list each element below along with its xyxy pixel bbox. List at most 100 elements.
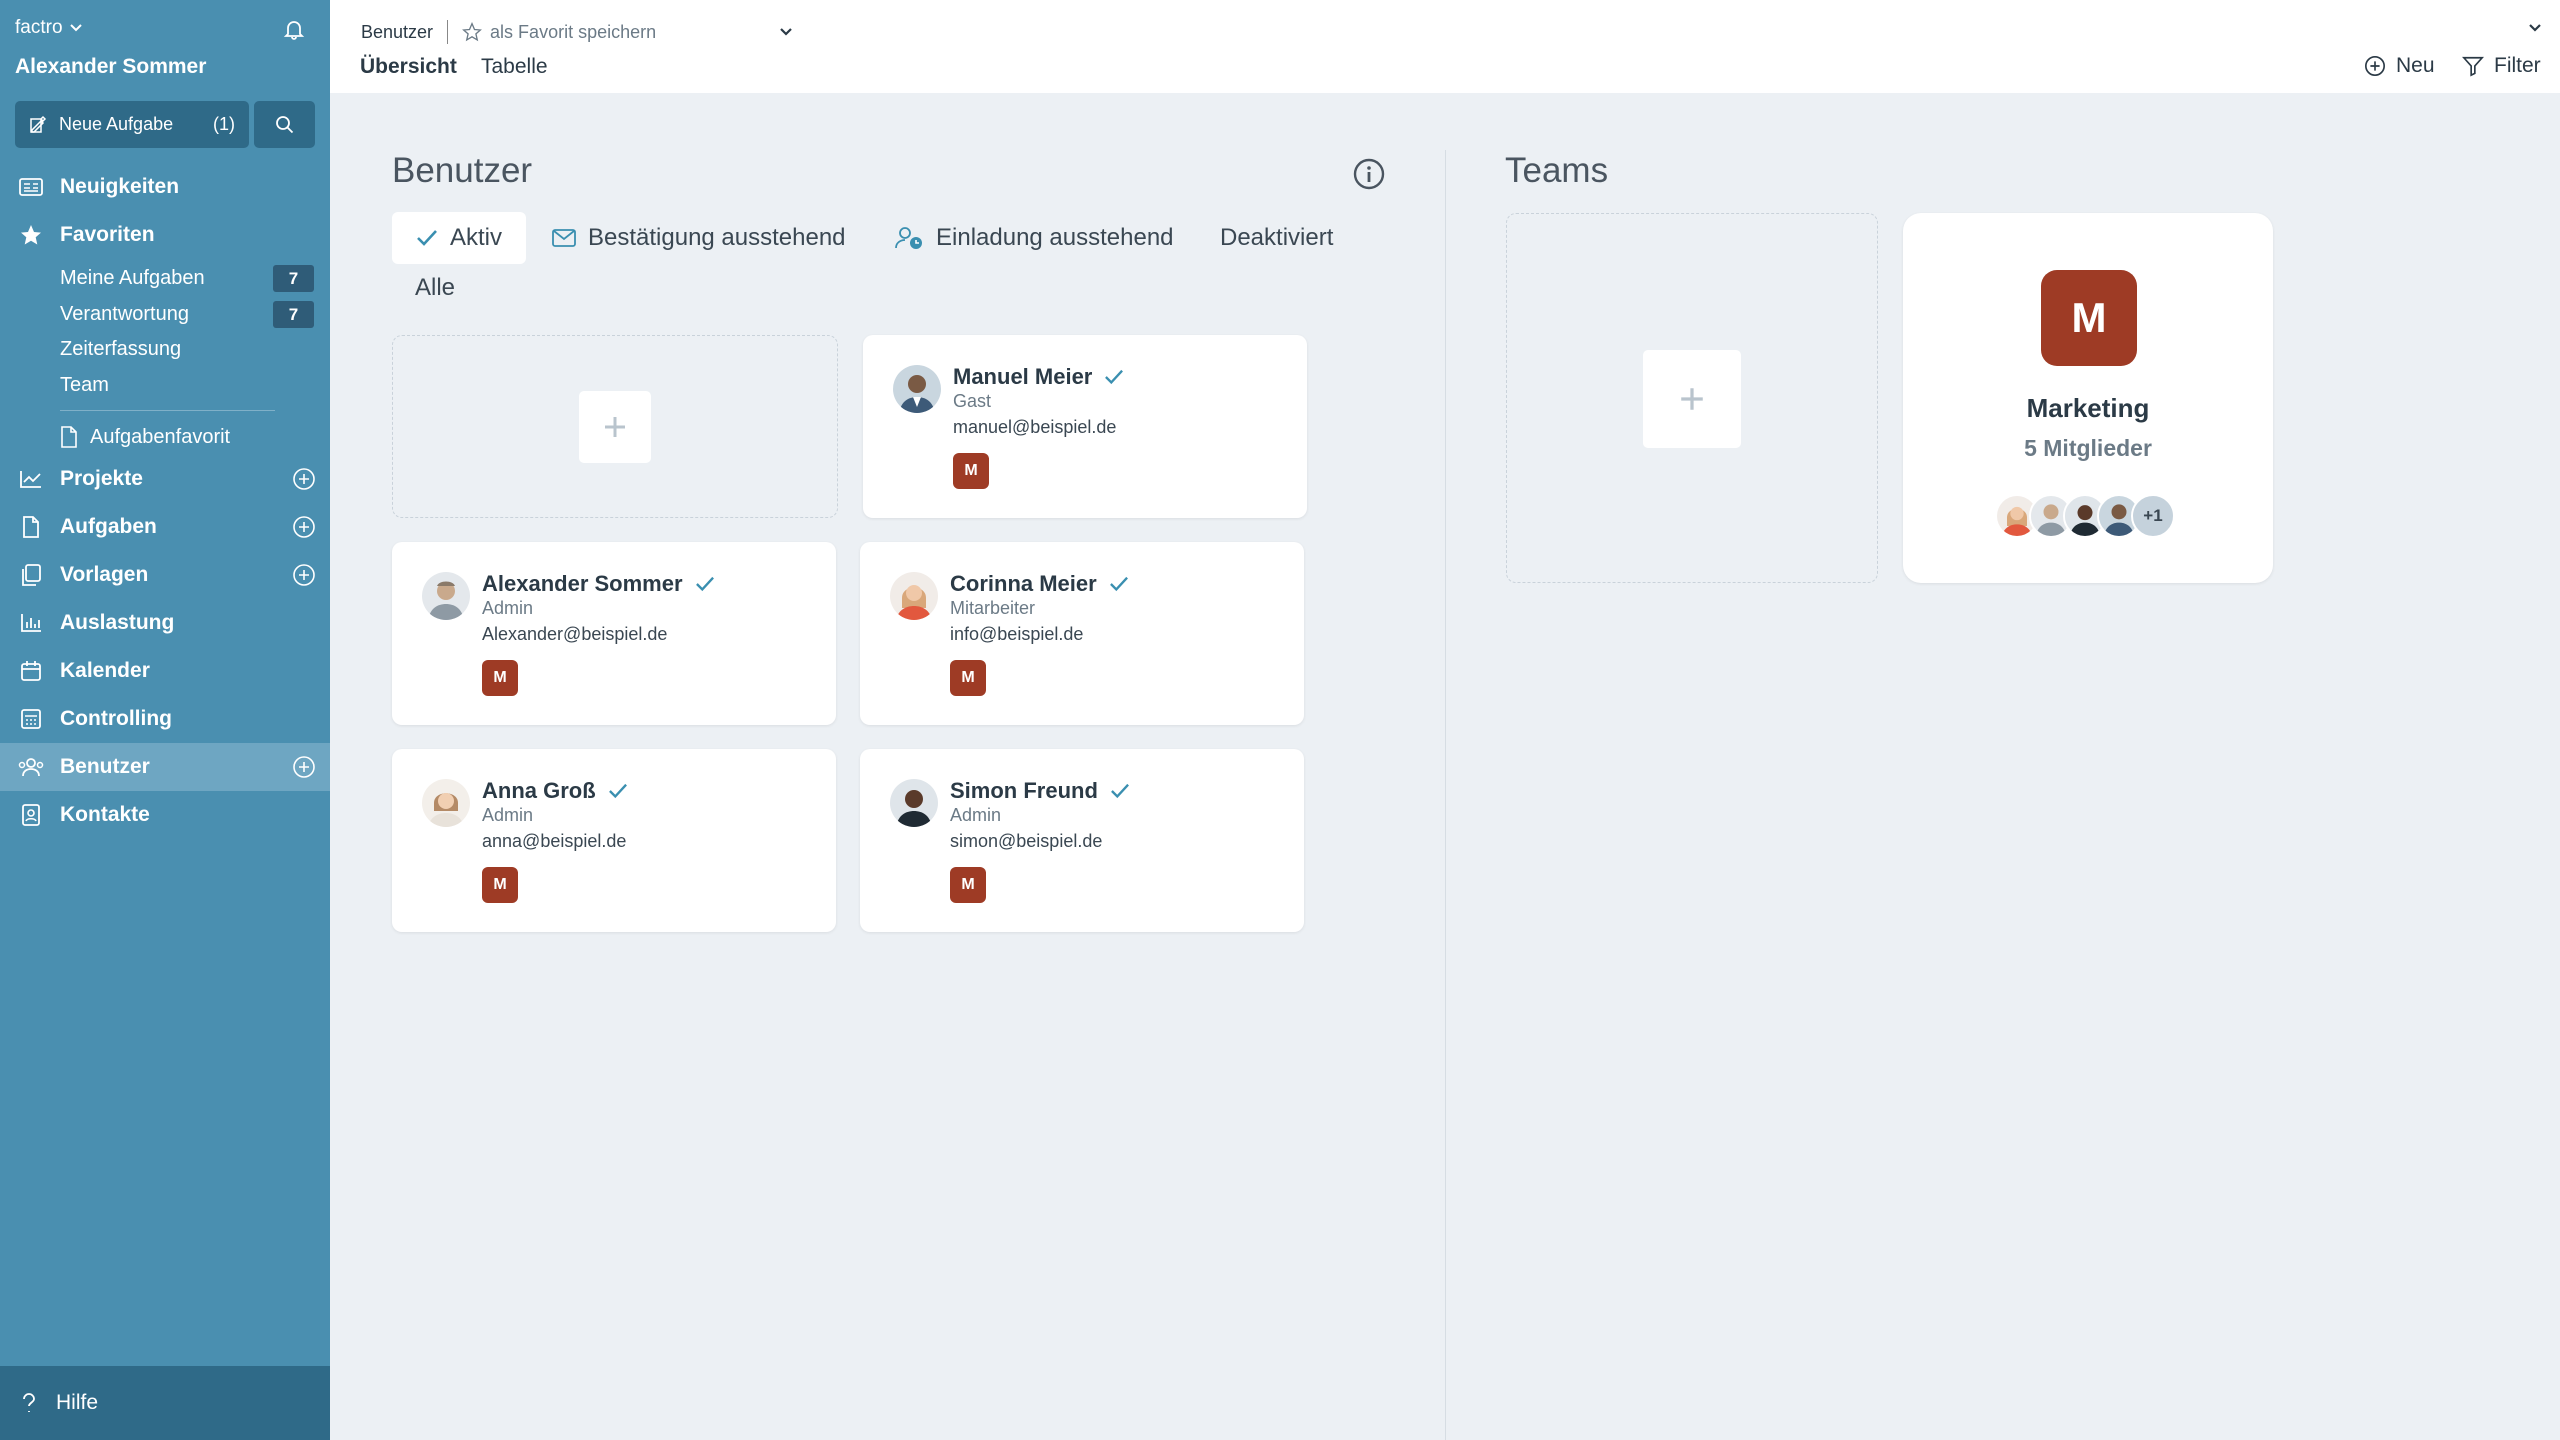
favorite-task-link[interactable]: Aufgabenfavorit <box>60 420 230 454</box>
nav-controlling-label: Controlling <box>60 707 172 730</box>
user-card[interactable]: Anna Groß Admin anna@beispiel.de M <box>392 749 836 932</box>
chevron-down-icon[interactable] <box>2527 20 2543 36</box>
member-avatar-stack[interactable]: +1 <box>1995 494 2175 538</box>
avatar <box>890 572 938 620</box>
plus-icon <box>1681 388 1703 410</box>
filter-tab-pending-confirmation[interactable]: Bestätigung ausstehend <box>528 212 870 264</box>
count-badge: 7 <box>273 265 314 292</box>
user-name-text: Alexander Sommer <box>482 571 683 596</box>
nav-news[interactable]: Neuigkeiten <box>0 163 330 211</box>
add-circle-icon[interactable] <box>292 515 316 539</box>
favorite-label: Team <box>60 373 109 396</box>
filter-tab-pending-invitation[interactable]: Einladung ausstehend <box>870 212 1198 264</box>
avatar <box>422 779 470 827</box>
user-card[interactable]: Manuel Meier Gast manuel@beispiel.de M <box>863 335 1307 518</box>
nav-users[interactable]: Benutzer <box>0 743 330 791</box>
breadcrumb-current: Benutzer <box>361 21 434 42</box>
nav-tasks-label: Aufgaben <box>60 515 157 538</box>
document-icon <box>61 426 77 448</box>
new-label: Neu <box>2396 54 2435 77</box>
favorite-time-tracking[interactable]: Zeiterfassung <box>60 332 315 366</box>
favorite-team[interactable]: Team <box>60 368 315 402</box>
more-members-badge: +1 <box>2131 494 2175 538</box>
nav-templates[interactable]: Vorlagen <box>0 551 330 599</box>
workspace-switcher[interactable]: factro <box>15 17 83 39</box>
nav-workload-label: Auslastung <box>60 611 175 634</box>
nav-calendar[interactable]: Kalender <box>0 647 330 695</box>
favorite-responsibility[interactable]: Verantwortung 7 <box>60 297 315 331</box>
add-team-card[interactable] <box>1506 213 1878 583</box>
user-name-text: Corinna Meier <box>950 571 1097 596</box>
star-outline-icon <box>462 22 482 42</box>
nav-controlling[interactable]: Controlling <box>0 695 330 743</box>
calculator-icon <box>18 706 44 732</box>
section-divider <box>1445 150 1446 1440</box>
help-button[interactable]: Hilfe <box>0 1366 330 1440</box>
nav-projects-label: Projekte <box>60 467 143 490</box>
add-user-card[interactable] <box>392 335 838 518</box>
help-label: Hilfe <box>56 1391 99 1414</box>
nav-workload[interactable]: Auslastung <box>0 599 330 647</box>
add-team-button[interactable] <box>1643 350 1741 448</box>
new-button[interactable]: Neu <box>2364 54 2435 78</box>
user-email: Alexander@beispiel.de <box>482 624 668 644</box>
favorite-my-tasks[interactable]: Meine Aufgaben 7 <box>60 261 315 295</box>
filter-tab-all[interactable]: Alle <box>415 274 455 302</box>
nav-contacts-label: Kontakte <box>60 803 150 826</box>
user-name: Corinna Meier <box>950 571 1129 597</box>
current-user-name: Alexander Sommer <box>15 55 207 78</box>
document-icon <box>18 514 44 540</box>
user-email: anna@beispiel.de <box>482 831 627 851</box>
check-icon <box>1109 576 1128 592</box>
user-card[interactable]: Alexander Sommer Admin Alexander@beispie… <box>392 542 836 725</box>
filter-tab-label: Einladung ausstehend <box>936 224 1174 251</box>
user-name-text: Simon Freund <box>950 778 1098 803</box>
filter-button[interactable]: Filter <box>2462 54 2541 78</box>
team-card[interactable]: M Marketing 5 Mitglieder +1 <box>1903 213 2273 583</box>
users-icon <box>18 754 44 780</box>
team-badge[interactable]: M <box>950 660 986 696</box>
nav-favorites-label: Favoriten <box>60 223 155 246</box>
team-badge[interactable]: M <box>482 867 518 903</box>
users-section-title: Benutzer <box>392 151 533 190</box>
tab-table[interactable]: Tabelle <box>481 55 548 79</box>
team-logo: M <box>2041 270 2137 366</box>
nav-contacts[interactable]: Kontakte <box>0 791 330 839</box>
edit-icon <box>30 115 47 133</box>
filter-tab-deactivated[interactable]: Deaktiviert <box>1196 212 1357 264</box>
check-icon <box>1110 783 1129 799</box>
nav-projects[interactable]: Projekte <box>0 455 330 503</box>
add-circle-icon[interactable] <box>292 467 316 491</box>
chevron-down-icon[interactable] <box>778 24 794 40</box>
team-badge[interactable]: M <box>950 867 986 903</box>
add-circle-icon[interactable] <box>292 563 316 587</box>
team-member-count: 5 Mitglieder <box>2024 435 2152 461</box>
newspaper-icon <box>18 174 44 200</box>
teams-section-title: Teams <box>1505 151 1609 190</box>
bell-icon[interactable] <box>282 17 306 41</box>
check-icon <box>417 230 437 246</box>
search-button[interactable] <box>254 101 315 148</box>
favorite-label: Zeiterfassung <box>60 337 182 360</box>
add-user-button[interactable] <box>579 391 651 463</box>
favorite-label: Verantwortung <box>60 302 189 325</box>
filter-tab-label: Aktiv <box>450 224 503 251</box>
user-name: Alexander Sommer <box>482 571 715 597</box>
user-card[interactable]: Corinna Meier Mitarbeiter info@beispiel.… <box>860 542 1304 725</box>
user-card[interactable]: Simon Freund Admin simon@beispiel.de M <box>860 749 1304 932</box>
save-favorite-button[interactable]: als Favorit speichern <box>462 22 656 43</box>
nav-tasks[interactable]: Aufgaben <box>0 503 330 551</box>
user-role: Admin <box>950 805 1002 825</box>
filter-tab-label: Bestätigung ausstehend <box>588 224 846 251</box>
new-task-button[interactable]: Neue Aufgabe (1) <box>15 101 249 148</box>
filter-tab-active[interactable]: Aktiv <box>392 212 527 264</box>
tab-overview[interactable]: Übersicht <box>360 55 457 79</box>
info-icon[interactable] <box>1353 158 1385 190</box>
team-badge[interactable]: M <box>953 453 989 489</box>
team-badge[interactable]: M <box>482 660 518 696</box>
star-icon <box>18 222 44 248</box>
nav-favorites[interactable]: Favoriten <box>0 211 330 259</box>
check-icon <box>608 783 627 799</box>
add-circle-icon[interactable] <box>292 755 316 779</box>
save-favorite-label: als Favorit speichern <box>490 21 657 42</box>
